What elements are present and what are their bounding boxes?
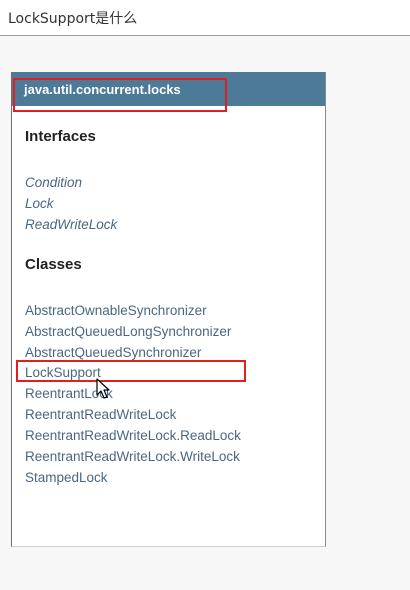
classes-heading: Classes	[25, 256, 82, 273]
interface-link-readwritelock[interactable]: ReadWriteLock	[25, 217, 117, 232]
class-link-stampedlock[interactable]: StampedLock	[25, 470, 108, 485]
class-link-abstractownablesynchronizer[interactable]: AbstractOwnableSynchronizer	[25, 303, 207, 318]
class-link-abstractqueuedsynchronizer[interactable]: AbstractQueuedSynchronizer	[25, 345, 201, 360]
title-bar: LockSupport是什么	[0, 0, 410, 36]
package-frame: java.util.concurrent.locks Interfaces Co…	[11, 72, 326, 547]
class-link-reentrantreadwritelock-readlock[interactable]: ReentrantReadWriteLock.ReadLock	[25, 428, 241, 443]
window-title: LockSupport是什么	[8, 11, 138, 27]
interface-link-condition[interactable]: Condition	[25, 175, 82, 190]
package-name-link[interactable]: java.util.concurrent.locks	[24, 82, 181, 97]
class-link-reentrantreadwritelock[interactable]: ReentrantReadWriteLock	[25, 407, 176, 422]
mouse-pointer-icon	[96, 378, 110, 399]
interfaces-heading: Interfaces	[25, 128, 96, 145]
class-link-reentrantreadwritelock-writelock[interactable]: ReentrantReadWriteLock.WriteLock	[25, 449, 240, 464]
package-header: java.util.concurrent.locks	[12, 72, 325, 106]
class-link-locksupport[interactable]: LockSupport	[25, 365, 101, 380]
class-link-abstractqueuedlongsynchronizer[interactable]: AbstractQueuedLongSynchronizer	[25, 324, 231, 339]
interface-link-lock[interactable]: Lock	[25, 196, 54, 211]
